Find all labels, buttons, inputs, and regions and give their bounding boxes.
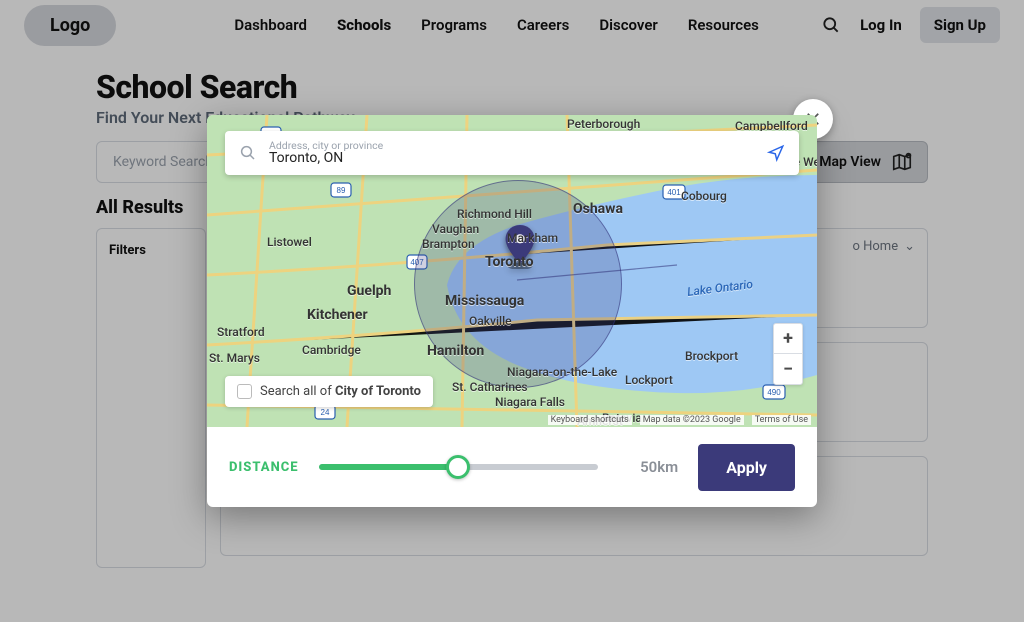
distance-value: 50km [618,458,678,476]
slider-knob[interactable] [446,455,470,479]
modal-overlay[interactable]: 6 89 407 24 401 490 [0,0,1024,622]
map-canvas[interactable]: 6 89 407 24 401 490 [207,115,817,427]
search-icon [239,144,257,162]
search-all-region-checkbox[interactable]: Search all of City of Toronto [225,376,433,407]
locate-icon[interactable] [767,144,785,162]
distance-slider[interactable] [319,464,599,470]
map-address-input[interactable]: Address, city or province Toronto, ON [225,131,799,175]
zoom-in-button[interactable]: + [774,324,802,354]
distance-label: DISTANCE [229,460,299,475]
map-zoom-control: + − [773,323,803,385]
search-all-prefix: Search all of [260,384,335,399]
checkbox-icon [237,384,252,399]
map-address-value: Toronto, ON [269,151,383,166]
modal-bottom-bar: DISTANCE 50km Apply [207,427,817,507]
slider-fill [319,464,459,470]
apply-button[interactable]: Apply [698,444,795,491]
location-modal: 6 89 407 24 401 490 [207,115,817,507]
map-attribution: Keyboard shortcuts Map data ©2023 Google… [548,415,811,425]
search-all-region: City of Toronto [335,384,421,399]
zoom-out-button[interactable]: − [774,354,802,384]
